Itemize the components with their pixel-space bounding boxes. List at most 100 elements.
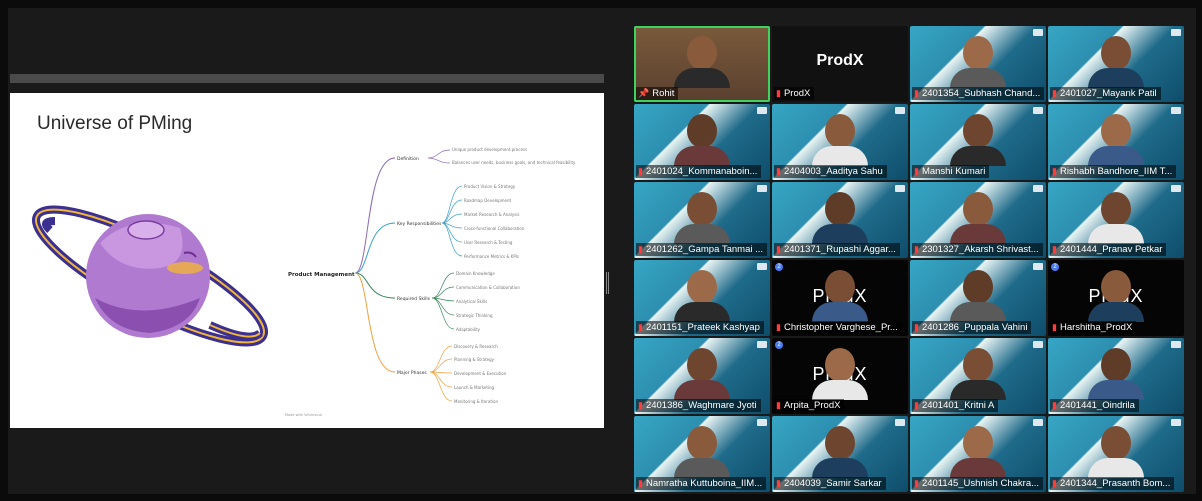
participant-tile[interactable]: ProdX 2▮Christopher Varghese_Pr...: [772, 260, 908, 336]
mic-off-icon: ▮: [914, 478, 919, 488]
leaf: Balances user needs, business goals, and…: [452, 160, 576, 165]
participant-name: 2401401_Kritni A: [921, 400, 995, 411]
mic-off-icon: ▮: [914, 166, 919, 176]
participant-tile[interactable]: ▮ 2404039_Samir Sarkar: [772, 416, 908, 492]
participant-name: 2401344_Prasanth Bom...: [1059, 478, 1171, 489]
virtual-background-icon: [757, 263, 767, 270]
virtual-background-icon: [1171, 107, 1181, 114]
participant-video: [812, 192, 868, 244]
mic-off-icon: ▮: [776, 478, 781, 488]
participant-tile[interactable]: ▮ 2401151_Prateek Kashyap: [634, 260, 770, 336]
participant-tile[interactable]: ▮ 2401401_Kritni A: [910, 338, 1046, 414]
participant-name: Christopher Varghese_Pr...: [783, 322, 898, 333]
participant-name-bar: ▮ 2401262_Gampa Tanmai ...: [636, 243, 768, 256]
virtual-background-icon: [1033, 341, 1043, 348]
mic-off-icon: ▮: [1052, 88, 1057, 98]
participant-name-bar: ▮ 2401444_Pranav Petkar: [1050, 243, 1167, 256]
leaf: Product Vision & Strategy: [464, 184, 516, 189]
leaf: Analytical Skills: [456, 299, 487, 304]
participant-tile[interactable]: ▮ 2401024_Kommanaboin...: [634, 104, 770, 180]
mic-off-icon: ▮: [638, 244, 643, 254]
participant-tile[interactable]: ▮ 2401262_Gampa Tanmai ...: [634, 182, 770, 258]
leaf: Domain Knowledge: [456, 271, 495, 276]
leaf: Development & Execution: [454, 371, 507, 376]
participant-tile[interactable]: ProdX ▮ ProdX: [772, 26, 908, 102]
participant-tile[interactable]: ▮ 2401344_Prasanth Bom...: [1048, 416, 1184, 492]
mic-off-icon: ▮: [1052, 400, 1057, 410]
participant-tile[interactable]: ▮ 2401027_Mayank Patil: [1048, 26, 1184, 102]
leaf: Communication & Collaboration: [456, 285, 520, 290]
leaf: Roadmap Development: [464, 198, 512, 203]
participant-name: 2401145_Ushnish Chakra...: [921, 478, 1040, 489]
split-resize-handle[interactable]: [606, 272, 610, 294]
participant-name: 2401024_Kommanaboin...: [645, 166, 758, 177]
screen-share-badge: 2: [775, 263, 783, 271]
participant-video: [950, 426, 1006, 478]
participant-tile[interactable]: ▮ 2401145_Ushnish Chakra...: [910, 416, 1046, 492]
mic-off-icon: ▮: [914, 244, 919, 254]
participant-video: [812, 348, 868, 400]
participant-video: [1088, 426, 1144, 478]
mic-off-icon: ▮: [638, 478, 643, 488]
participant-name: 2401354_Subhash Chand...: [921, 88, 1041, 99]
participant-name: Rishabh Bandhore_IIM T...: [1059, 166, 1173, 177]
participant-name-bar: ▮ Christopher Varghese_Pr...: [774, 321, 902, 334]
shared-slide: Universe of PMing Product Management Def…: [10, 93, 604, 428]
virtual-background-icon: [1033, 107, 1043, 114]
mic-off-icon: ▮: [638, 400, 643, 410]
slide-footer: Made with Whimsical: [285, 413, 322, 417]
participant-tile[interactable]: ▮ Namratha Kuttuboina_IIM...: [634, 416, 770, 492]
participant-tile[interactable]: ▮ 2401441_Oindrila: [1048, 338, 1184, 414]
participant-name-bar: 📌 Rohit: [636, 87, 679, 100]
leaf: User Research & Testing: [464, 240, 513, 245]
mic-off-icon: ▮: [776, 244, 781, 254]
leaf: Discovery & Research: [454, 344, 498, 349]
participant-name-bar: ▮ 2401401_Kritni A: [912, 399, 999, 412]
participant-tile[interactable]: ▮ 2404003_Aaditya Sahu: [772, 104, 908, 180]
mic-off-icon: ▮: [914, 322, 919, 332]
mic-off-icon: ▮: [914, 88, 919, 98]
participant-tile[interactable]: 📌 Rohit: [634, 26, 770, 102]
pin-icon[interactable]: 📌: [638, 89, 649, 98]
screen-share-badge: 2: [775, 341, 783, 349]
share-toolbar[interactable]: [10, 74, 604, 83]
leaf: Market Research & Analysis: [464, 212, 520, 217]
participant-video: [950, 114, 1006, 166]
participant-name: 2401151_Prateek Kashyap: [645, 322, 760, 333]
participant-video: [812, 426, 868, 478]
participant-tile[interactable]: ▮ Rishabh Bandhore_IIM T...: [1048, 104, 1184, 180]
participant-tile[interactable]: ▮ 2401354_Subhash Chand...: [910, 26, 1046, 102]
participant-name-bar: ▮ 2401286_Puppala Vahini: [912, 321, 1032, 334]
participant-name-bar: ▮ ProdX: [774, 87, 815, 100]
participant-video: [812, 270, 868, 322]
participant-name-bar: ▮ 2404003_Aaditya Sahu: [774, 165, 887, 178]
mindmap-root: Product Management: [288, 272, 355, 278]
participant-tile[interactable]: ▮ 2401386_Waghmare Jyoti: [634, 338, 770, 414]
branch-phases: Major Phases: [397, 370, 427, 376]
participant-name: 2401371_Rupashi Aggar...: [783, 244, 896, 255]
participant-tile[interactable]: ProdX 2▮Harshitha_ProdX: [1048, 260, 1184, 336]
mic-off-icon: ▮: [638, 322, 643, 332]
participant-video: [950, 192, 1006, 244]
virtual-background-icon: [757, 107, 767, 114]
virtual-background-icon: [1171, 29, 1181, 36]
participant-tile[interactable]: ▮ Manshi Kumari: [910, 104, 1046, 180]
participant-name-bar: ▮ 2401027_Mayank Patil: [1050, 87, 1161, 100]
participant-name-bar: ▮ 2401354_Subhash Chand...: [912, 87, 1045, 100]
participant-name: Harshitha_ProdX: [1059, 322, 1133, 333]
participant-tile[interactable]: ▮ 2401444_Pranav Petkar: [1048, 182, 1184, 258]
participant-tile[interactable]: ▮ 2301327_Akarsh Shrivast...: [910, 182, 1046, 258]
virtual-background-icon: [1171, 419, 1181, 426]
participant-tile[interactable]: ProdX 2▮Arpita_ProdX: [772, 338, 908, 414]
virtual-background-icon: [1171, 185, 1181, 192]
participant-name: Rohit: [652, 88, 675, 99]
participant-name: Namratha Kuttuboina_IIM...: [645, 478, 763, 489]
leaf: Planning & Strategy: [454, 357, 495, 362]
participant-name: 2404003_Aaditya Sahu: [783, 166, 883, 177]
participant-tile[interactable]: ▮ 2401286_Puppala Vahini: [910, 260, 1046, 336]
participant-name-bar: ▮ Rishabh Bandhore_IIM T...: [1050, 165, 1177, 178]
mic-off-icon: ▮: [1052, 478, 1057, 488]
mic-off-icon: ▮: [638, 166, 643, 176]
participant-tile[interactable]: ▮ 2401371_Rupashi Aggar...: [772, 182, 908, 258]
participant-name-bar: ▮ 2401441_Oindrila: [1050, 399, 1139, 412]
